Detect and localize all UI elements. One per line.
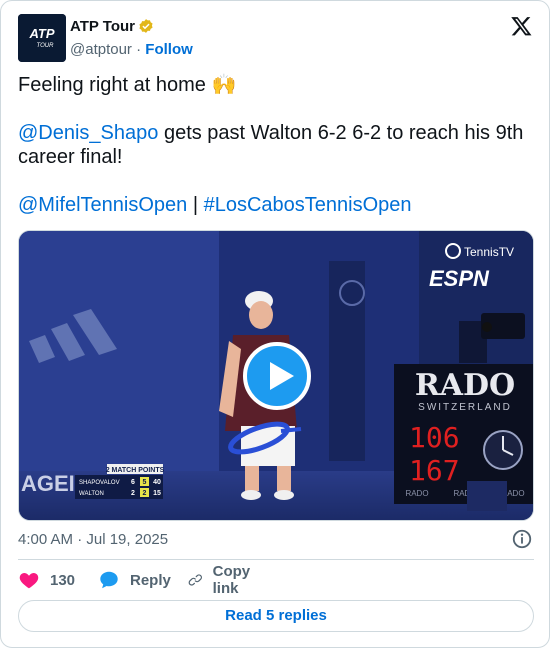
verified-badge-icon [138,18,154,34]
score-p1-points: 40 [153,479,161,486]
avatar-text-top: ATP [28,26,54,41]
pipe-separator: | [187,194,204,216]
follow-button[interactable]: Follow [145,41,193,58]
author-name-row[interactable]: ATP Tour [70,18,154,35]
tweet-text: Feeling right at home 🙌 @Denis_Shapo get… [18,73,534,217]
pillar [329,261,365,461]
tweet-line-3: @MifelTennisOpen | #LosCabosTennisOpen [18,193,534,217]
mention-link-mifel[interactable]: @MifelTennisOpen [18,194,187,216]
rado-footer-1: RADO [405,489,428,498]
reply-bubble-icon [100,571,118,589]
read-replies-button[interactable]: Read 5 replies [18,600,534,632]
tweet-line-2: @Denis_Shapo gets past Walton 6-2 6-2 to… [18,121,534,169]
x-logo-icon[interactable] [510,15,533,37]
score-p2-set2: 2 [143,490,147,497]
reply-button[interactable]: Reply [98,567,171,593]
tweet-card: ATP TOUR ATP Tour @atptour · Follow Feel… [0,0,550,648]
rado-sub: SWITZERLAND [418,402,512,413]
score-p1-set2: 5 [143,479,147,486]
link-icon [188,574,202,586]
timestamp[interactable]: 4:00 AM · Jul 19, 2025 [18,531,168,548]
play-icon[interactable] [243,342,311,410]
like-button[interactable]: 130 [18,567,75,593]
author-display-name[interactable]: ATP Tour [70,18,135,35]
copy-link-label: Copy link [212,563,251,597]
separator-dot: · [136,41,142,58]
reply-label: Reply [130,571,171,589]
wall-text: AGEI [21,471,75,496]
handle-row: @atptour · Follow [70,41,193,58]
hashtag-link[interactable]: #LosCabosTennisOpen [204,194,412,216]
rado-number-2: 167 [409,454,460,487]
mention-link[interactable]: @Denis_Shapo [18,122,158,144]
author-handle[interactable]: @atptour [70,41,132,58]
score-p1-set1: 6 [131,479,135,486]
rado-number-1: 106 [409,421,460,454]
score-header: 2 MATCH POINTS [106,467,165,474]
copy-link-button[interactable]: Copy link [188,563,258,597]
tweet-line-1: Feeling right at home 🙌 [18,74,237,96]
rado-brand: RADO [415,368,515,403]
avatar[interactable]: ATP TOUR [18,14,66,62]
ball-kid [467,481,507,511]
divider [18,559,534,560]
like-count: 130 [50,571,76,589]
score-p2-set1: 2 [131,490,135,497]
rado-board: RADO SWITZERLAND 106 167 RADO RADO RADO [394,364,533,504]
score-player-2: WALTON [79,491,104,497]
score-p2-points: 15 [153,490,161,497]
video-media[interactable]: AGEI TennisTV ESPN RADO SWITZERLAND 106 … [18,230,534,521]
avatar-text-bottom: TOUR [37,43,55,49]
heart-icon [19,573,39,589]
tennistv-label: TennisTV [464,245,514,259]
espn-label: ESPN [429,266,490,291]
info-icon[interactable] [511,528,533,550]
score-player-1: SHAPOVALOV [79,480,120,486]
